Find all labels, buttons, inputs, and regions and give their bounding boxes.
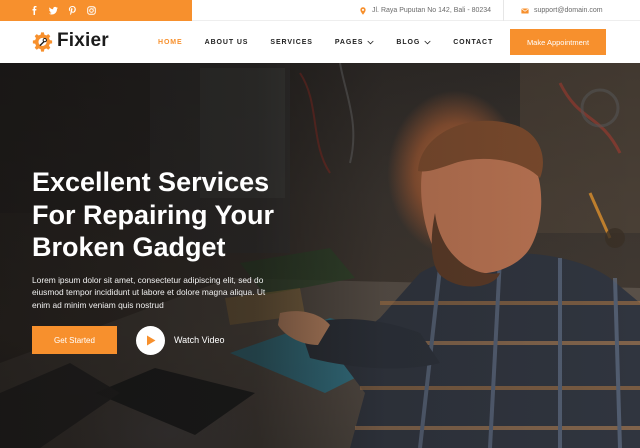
nav-blog[interactable]: BLOG (396, 39, 431, 46)
nav-pages-label: PAGES (334, 38, 364, 46)
get-started-button[interactable]: Get Started (32, 326, 117, 354)
nav-home-label: HOME (158, 38, 183, 46)
hero-title-line: Broken Gadget (32, 232, 226, 262)
make-appointment-button[interactable]: Make Appointment (510, 29, 606, 55)
pinterest-icon[interactable] (68, 6, 77, 15)
gear-icon (32, 31, 53, 52)
chevron-down-icon (424, 40, 431, 44)
logo[interactable]: Fixier (32, 29, 109, 53)
map-pin-icon (360, 6, 366, 15)
nav-pages[interactable]: PAGES (335, 39, 375, 46)
twitter-icon[interactable] (49, 6, 58, 15)
nav-services[interactable]: SERVICES (270, 39, 312, 46)
play-button[interactable] (136, 325, 165, 355)
nav-services-label: SERVICES (270, 38, 313, 46)
hero-description: Lorem ipsum dolor sit amet, consectetur … (32, 275, 266, 310)
main-nav: HOME ABOUT US SERVICES PAGES BLOG CONTAC… (158, 21, 515, 63)
topbar-divider (503, 0, 504, 21)
play-icon (146, 335, 155, 345)
hero-section: Excellent Services For Repairing Your Br… (0, 63, 640, 448)
address-text: Jl. Raya Puputan No 142, Bali - 80234 (372, 7, 492, 14)
instagram-icon[interactable] (87, 6, 96, 15)
nav-about-us[interactable]: ABOUT US (205, 39, 249, 46)
social-links (0, 0, 192, 21)
facebook-icon[interactable] (30, 6, 39, 15)
address-info: Jl. Raya Puputan No 142, Bali - 80234 (359, 0, 491, 21)
nav-blog-label: BLOG (396, 38, 421, 46)
watch-video-label: Watch Video (174, 335, 225, 345)
hero-title: Excellent Services For Repairing Your Br… (32, 166, 332, 264)
mail-icon (521, 7, 529, 14)
logo-text: Fixier (57, 30, 109, 51)
nav-contact-label: CONTACT (453, 38, 494, 46)
nav-home[interactable]: HOME (158, 39, 183, 46)
nav-contact[interactable]: CONTACT (453, 39, 493, 46)
hero-title-line: Excellent Services (32, 167, 270, 197)
email-info[interactable]: support@domain.com (521, 0, 603, 21)
chevron-down-icon (367, 40, 374, 44)
hero-title-line: For Repairing Your (32, 199, 275, 230)
main-header: Fixier HOME ABOUT US SERVICES PAGES BLOG… (0, 21, 640, 63)
watch-video-button[interactable]: Watch Video (136, 325, 225, 355)
email-text: support@domain.com (534, 7, 603, 14)
nav-about-label: ABOUT US (204, 38, 249, 46)
top-bar: Jl. Raya Puputan No 142, Bali - 80234 su… (0, 0, 640, 21)
